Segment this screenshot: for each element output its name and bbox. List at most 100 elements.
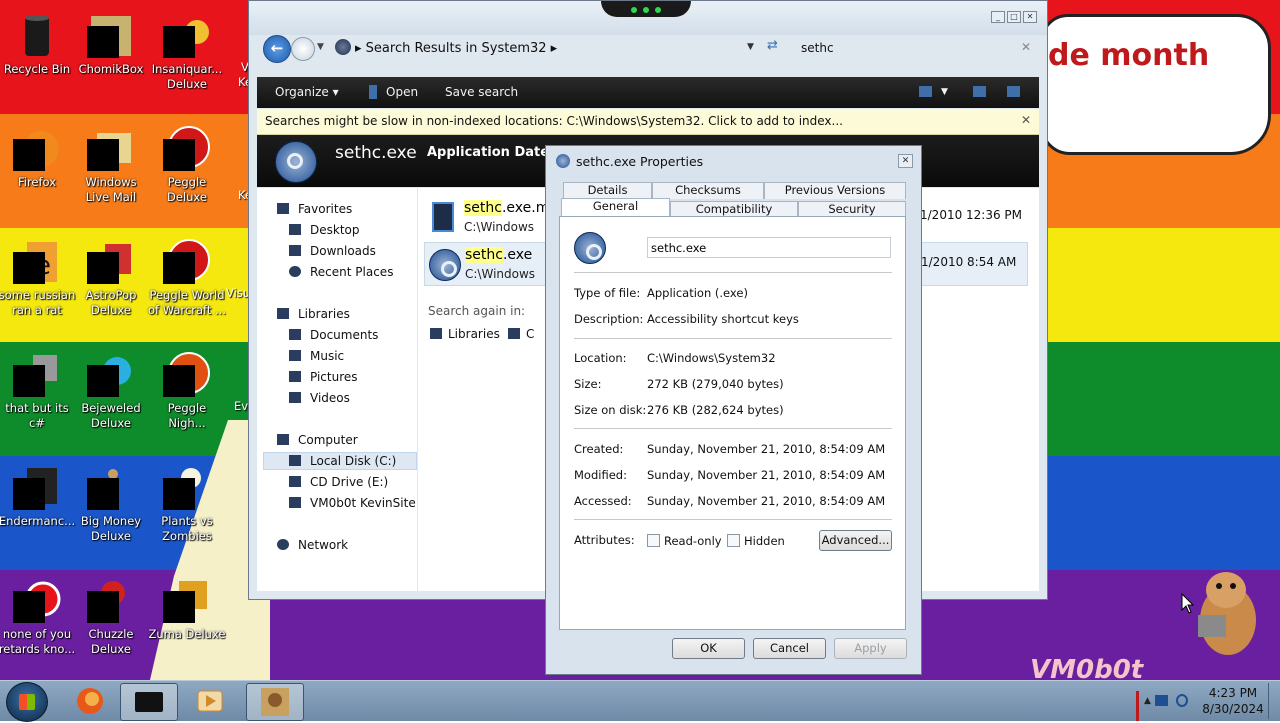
watermark: VM0b0t <box>1030 655 1144 680</box>
tab-details[interactable]: Details <box>563 182 652 199</box>
nav-network[interactable]: Network <box>277 538 348 552</box>
nav-cd-drive[interactable]: CD Drive (E:) <box>289 475 388 489</box>
desktop-icon-endermanc[interactable]: Endermanc... <box>0 456 77 566</box>
desktop-icon <box>289 224 301 235</box>
taskbar-firefox[interactable] <box>62 683 118 719</box>
desktop-icon-zuma[interactable]: Zuma Deluxe <box>147 569 227 679</box>
maximize-button[interactable]: □ <box>1007 11 1021 23</box>
tray-flag-icon[interactable] <box>1136 691 1139 721</box>
open-button[interactable]: Open <box>386 85 418 99</box>
preview-pane-icon[interactable] <box>973 86 986 97</box>
file-name-field[interactable]: sethc.exe <box>647 237 891 258</box>
network-icon <box>277 539 289 550</box>
sethc-app-icon <box>574 232 606 264</box>
desktop-icon-peggle-wow[interactable]: Peggle World of Warcraft ... <box>147 230 227 340</box>
taskbar-chomikbox[interactable] <box>246 683 304 721</box>
tab-previous-versions[interactable]: Previous Versions <box>764 182 906 199</box>
desktop-icon-chuzzle[interactable]: Chuzzle Deluxe <box>71 569 151 679</box>
dialog-close-button[interactable]: ✕ <box>898 154 913 168</box>
result-date: 1/2010 8:54 AM <box>921 255 1017 269</box>
start-button[interactable] <box>6 682 48 722</box>
nav-computer[interactable]: Computer <box>277 433 358 447</box>
media-player-icon <box>197 690 223 712</box>
info-bar-close-icon[interactable]: ✕ <box>1021 113 1031 127</box>
chomikbox-icon <box>87 12 135 60</box>
tab-checksums[interactable]: Checksums <box>652 182 764 199</box>
nav-libraries[interactable]: Libraries <box>277 307 350 321</box>
organize-button[interactable]: Organize ▾ <box>275 85 339 99</box>
taskbar: ▲ 4:23 PM 8/30/2024 <box>0 680 1280 722</box>
nav-pictures[interactable]: Pictures <box>289 370 358 384</box>
chomikbox-icon <box>261 688 289 716</box>
nav-favorites[interactable]: Favorites <box>277 202 352 216</box>
nav-videos[interactable]: Videos <box>289 391 350 405</box>
apply-button[interactable]: Apply <box>834 638 907 659</box>
checkbox-icon <box>727 534 740 547</box>
desktop-icon-insaniquarium[interactable]: Insaniquar... Deluxe <box>147 4 227 114</box>
file-icon <box>432 202 454 232</box>
show-desktop-button[interactable] <box>1268 683 1279 719</box>
search-input[interactable]: sethc <box>801 41 834 55</box>
address-dropdown-icon[interactable]: ▼ <box>747 42 754 52</box>
address-path[interactable]: ▸ Search Results in System32 ▸ <box>355 41 557 56</box>
hidden-checkbox[interactable]: Hidden <box>727 534 785 548</box>
desktop-icon-none-of-you[interactable]: none of you retards kno... <box>0 569 77 679</box>
taskbar-media-player[interactable] <box>182 683 238 719</box>
close-button[interactable]: ✕ <box>1023 11 1037 23</box>
clear-search-icon[interactable]: ✕ <box>1021 40 1031 54</box>
pictures-icon <box>289 371 301 382</box>
app-icon <box>87 238 135 286</box>
info-bar[interactable]: Searches might be slow in non-indexed lo… <box>257 109 1039 135</box>
tray-network-icon[interactable] <box>1155 695 1168 706</box>
refresh-icon[interactable]: ⇄ <box>767 38 778 53</box>
help-icon[interactable] <box>1007 86 1020 97</box>
search-again-libraries[interactable]: Libraries <box>430 327 500 341</box>
checkbox-icon <box>647 534 660 547</box>
peggle-icon <box>163 238 211 286</box>
desktop-icon-astropop[interactable]: AstroPop Deluxe <box>71 230 151 340</box>
desktop-icon-bejeweled[interactable]: Bejeweled Deluxe <box>71 343 151 453</box>
desktop-icon-that-but-its[interactable]: that but its c# <box>0 343 77 453</box>
advanced-button[interactable]: Advanced... <box>819 530 892 551</box>
app-icon <box>13 464 61 512</box>
view-icon[interactable] <box>919 86 932 97</box>
cancel-button[interactable]: Cancel <box>753 638 826 659</box>
desktop-icon-peggle[interactable]: Peggle Deluxe <box>147 117 227 227</box>
sethc-app-icon <box>556 154 570 168</box>
desktop-icon-some-russian[interactable]: e some russianran a rat <box>0 230 77 340</box>
back-button[interactable]: ← <box>263 35 291 63</box>
nav-recent-places[interactable]: Recent Places <box>289 265 393 279</box>
taskbar-explorer[interactable] <box>120 683 178 721</box>
desktop-icon-windows-live-mail[interactable]: Windows Live Mail <box>71 117 151 227</box>
app-icon <box>163 464 211 512</box>
ok-button[interactable]: OK <box>672 638 745 659</box>
desktop-icon-plants-vs-zombies[interactable]: Plants vs Zombies <box>147 456 227 566</box>
nav-desktop[interactable]: Desktop <box>289 223 360 237</box>
desktop-icon-chomikbox[interactable]: ChomikBox <box>71 4 151 114</box>
tray-volume-icon[interactable] <box>1176 694 1188 707</box>
desktop-icon-big-money[interactable]: Big Money Deluxe <box>71 456 151 566</box>
save-search-button[interactable]: Save search <box>445 85 518 99</box>
clock-time[interactable]: 4:23 PM <box>1188 686 1278 700</box>
accessed-value: Sunday, November 21, 2010, 8:54:09 AM <box>647 494 886 508</box>
tab-general[interactable]: General <box>561 198 670 218</box>
desktop-icon-peggle-nights[interactable]: Peggle Nigh... <box>147 343 227 453</box>
address-bar: ← ▼ ▸ Search Results in System32 ▸ ▼ ⇄ s… <box>259 33 1037 65</box>
desktop-icon-firefox[interactable]: Firefox <box>0 117 77 227</box>
history-dropdown-icon[interactable]: ▼ <box>317 42 324 52</box>
tray-show-hidden-icon[interactable]: ▲ <box>1144 696 1151 706</box>
clock-date[interactable]: 8/30/2024 <box>1188 702 1278 716</box>
read-only-checkbox[interactable]: Read-only <box>647 534 722 548</box>
nav-local-disk[interactable]: Local Disk (C:) <box>263 452 417 470</box>
nav-music[interactable]: Music <box>289 349 344 363</box>
nav-downloads[interactable]: Downloads <box>289 244 376 258</box>
view-dropdown-icon[interactable]: ▼ <box>941 87 948 97</box>
nav-vm-kevinsite[interactable]: VM0b0t KevinSite <box>289 496 416 510</box>
explorer-caption-buttons: _ □ ✕ <box>991 11 1037 23</box>
desktop-icon-recycle-bin[interactable]: Recycle Bin <box>0 4 77 114</box>
nav-documents[interactable]: Documents <box>289 328 378 342</box>
forward-button[interactable] <box>291 37 315 61</box>
command-bar: Organize ▾ Open Save search ▼ <box>257 77 1039 108</box>
search-again-computer[interactable]: C <box>508 327 534 341</box>
minimize-button[interactable]: _ <box>991 11 1005 23</box>
